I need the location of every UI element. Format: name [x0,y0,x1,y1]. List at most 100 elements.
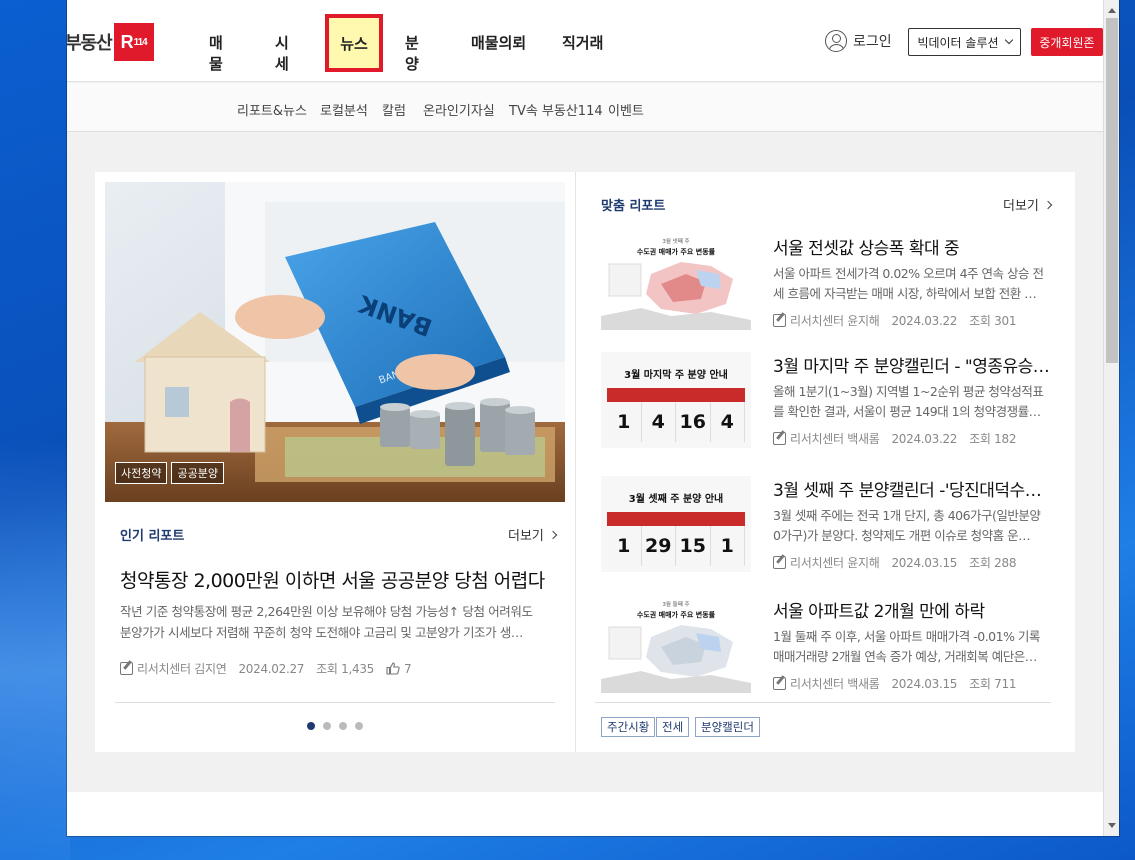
subnav-local-analysis[interactable]: 로컬분석 [320,100,368,119]
subnav-press-room[interactable]: 온라인기자실 [423,100,495,119]
subnav-tv[interactable]: TV속 부동산114 [509,100,603,119]
logo-badge-letter: R [120,31,134,52]
popular-desc-line: 분양가가 시세보다 저렴해 꾸준히 청약 도전해야 고금리 및 고분양가 기조가… [120,625,524,640]
keyword-weekly-market[interactable]: 주간시황 [601,717,656,737]
popular-divider [115,702,555,703]
report-thumbnail[interactable]: 3월 둘째 주 수도권 매매가 주요 변동률 [601,597,751,693]
thumb-week-label: 3월 넷째 주 [662,237,689,245]
popular-report-meta: 리서치센터 김지연 2024.02.27 조회 1,435 7 [120,660,412,677]
report-desc-line: 3월 셋째 주에는 전국 1개 단지, 총 406가구(일반분양 [773,508,1041,523]
nav-presale[interactable]: 분양 [405,32,419,74]
nav-listings[interactable]: 매물 [209,32,223,74]
thumbs-up-icon[interactable] [386,662,400,675]
carousel-dot-3[interactable] [339,722,347,730]
popular-desc-line: 작년 기준 청약통장에 평균 2,264만원 이상 보유해야 당첨 가능성↑ 당… [120,604,533,619]
report-item[interactable]: 3월 둘째 주 수도권 매매가 주요 변동률 서울 아파트값 2개월 만에 하락… [601,597,1051,697]
report-views: 조회 301 [969,314,1017,328]
popular-date: 2024.02.27 [238,661,305,676]
report-thumbnail[interactable]: 3월 셋째 주 분양 안내 1 29 15 1 [601,476,751,572]
report-desc: 올해 1분기(1~3월) 지역별 1~2순위 평균 청약성적표 를 확인한 결과… [773,382,1051,422]
carousel-dot-4[interactable] [355,722,363,730]
report-thumbnail[interactable]: 3월 마지막 주 분양 안내 1 4 16 4 [601,352,751,448]
hero-tags: 사전청약 공공분양 [115,462,228,484]
thumb-calendar-number: 1 [607,402,642,442]
logo-text: 부동산 [67,33,113,53]
report-title[interactable]: 서울 아파트값 2개월 만에 하락 [773,597,1051,622]
subnav-report-news[interactable]: 리포트&뉴스 [237,100,307,119]
report-desc-line: 1월 둘째 주 이후, 서울 아파트 매매가격 -0.01% 기록 [773,629,1040,644]
agent-zone-button[interactable]: 중개회원존 [1031,28,1103,56]
report-views: 조회 288 [969,556,1017,570]
report-author: 리서치센터 윤지해 [790,556,880,570]
popular-likes: 7 [404,661,412,676]
thumb-title: 3월 마지막 주 분양 안내 [624,370,728,381]
report-item[interactable]: 3월 마지막 주 분양 안내 1 4 16 4 3월 마지막 주 분양캘린더 -… [601,352,1051,452]
reports-more-link[interactable]: 더보기 [1003,195,1053,214]
reports-more-label: 더보기 [1003,199,1039,214]
keyword-jeonse[interactable]: 전세 [656,717,690,737]
thumb-title: 3월 셋째 주 분양 안내 [628,494,724,505]
scroll-down-arrow-icon[interactable] [1108,823,1116,828]
report-item[interactable]: 3월 넷째 주 수도권 매매가 주요 변동률 서울 전셋값 상승폭 확대 중 서… [601,234,1051,334]
thumb-calendar-band [607,512,745,526]
subnav-event[interactable]: 이벤트 [608,100,644,119]
tag-pre-subscription[interactable]: 사전청약 [115,462,168,484]
thumb-week-label: 3월 둘째 주 [662,600,689,608]
edit-icon [773,556,786,569]
report-meta: 리서치센터 윤지해 2024.03.22 조회 301 [773,312,1016,329]
column-divider [575,172,576,752]
popular-more-link[interactable]: 더보기 [508,525,558,544]
thumb-calendar-number: 1 [710,526,745,566]
popular-report-title[interactable]: 청약통장 2,000만원 이하면 서울 공공분양 당첨 어렵다 [120,566,545,593]
subnav-column[interactable]: 칼럼 [382,100,406,119]
carousel-dots [307,722,371,730]
content-panel: BANK BANK 사전청약 공공분양 인기 리포트 더보기 청약통장 2,00… [95,172,1075,752]
thumb-title: 수도권 매매가 주요 변동률 [637,610,716,619]
browser-window: 부동산 R 114 매물 시세 뉴스 분양 매물의뢰 직거래 로그인 빅데이터 솔… [67,0,1119,836]
thumb-calendar-number: 29 [641,526,676,566]
thumb-calendar-number: 4 [641,402,676,442]
nav-prices[interactable]: 시세 [275,32,289,74]
thumb-calendar-number: 4 [710,402,745,442]
report-title[interactable]: 서울 전셋값 상승폭 확대 중 [773,234,1051,259]
site-logo[interactable]: 부동산 R 114 [67,22,154,62]
keyword-presale-calendar[interactable]: 분양캘린더 [695,717,760,737]
edit-icon [120,662,133,675]
report-meta: 리서치센터 윤지해 2024.03.15 조회 288 [773,554,1016,571]
report-views: 조회 182 [969,432,1017,446]
nav-direct-deal[interactable]: 직거래 [562,32,603,53]
chevron-right-icon [548,530,558,539]
report-meta: 리서치센터 백새롬 2024.03.15 조회 711 [773,675,1016,692]
reports-divider [595,702,1051,703]
scroll-up-arrow-icon[interactable] [1108,8,1116,13]
desktop-background [0,440,70,860]
report-date: 2024.03.15 [891,555,958,570]
vertical-scrollbar[interactable] [1103,0,1119,836]
report-views: 조회 711 [969,677,1017,691]
report-desc-line: 세 흐름에 자극받는 매매 시장, 하락에서 보합 전환 … [773,286,1037,301]
popular-more-label: 더보기 [508,529,544,544]
popular-report-image[interactable]: BANK BANK 사전청약 공공분양 [105,182,565,502]
tag-public-presale[interactable]: 공공분양 [171,462,224,484]
carousel-dot-2[interactable] [323,722,331,730]
report-desc: 1월 둘째 주 이후, 서울 아파트 매매가격 -0.01% 기록 매매거래량 … [773,627,1051,667]
report-item[interactable]: 3월 셋째 주 분양 안내 1 29 15 1 3월 셋째 주 분양캘린더 -'… [601,476,1051,576]
carousel-dot-1[interactable] [307,722,315,730]
edit-icon [773,432,786,445]
page-footer-area [67,792,1103,836]
nav-news[interactable]: 뉴스 [325,14,383,72]
report-title[interactable]: 3월 셋째 주 분양캘린더 -'당진대덕수… [773,476,1051,501]
scrollbar-thumb[interactable] [1106,18,1118,363]
report-title[interactable]: 3월 마지막 주 분양캘린더 - "영종유승한내들… [773,352,1051,377]
report-author: 리서치센터 백새롬 [790,432,880,446]
bigdata-solution-button[interactable]: 빅데이터 솔루션 [908,28,1021,56]
report-date: 2024.03.15 [891,676,958,691]
hero-illustration: BANK BANK [105,182,565,502]
logo-badge-number: 114 [133,36,148,48]
nav-listing-request[interactable]: 매물의뢰 [471,32,526,53]
report-thumbnail[interactable]: 3월 넷째 주 수도권 매매가 주요 변동률 [601,234,751,330]
report-date: 2024.03.22 [891,431,958,446]
thumb-calendar-cells: 1 4 16 4 [607,402,745,442]
sub-nav: 리포트&뉴스 로컬분석 칼럼 온라인기자실 TV속 부동산114 이벤트 [67,83,1103,132]
login-link[interactable]: 로그인 [825,30,892,52]
